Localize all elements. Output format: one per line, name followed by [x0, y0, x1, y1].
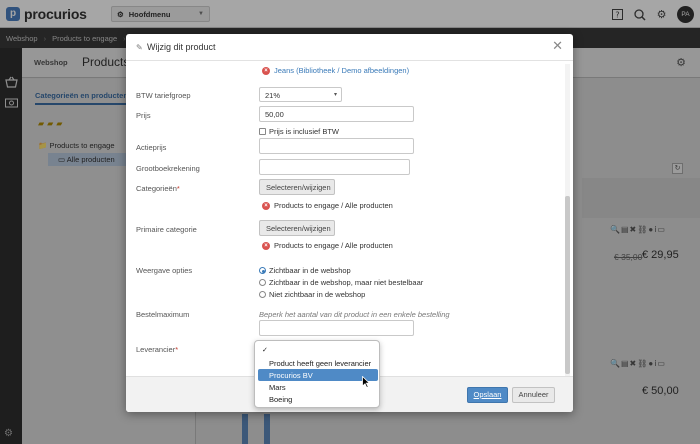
categories-label-text: Categorieën — [136, 184, 177, 193]
display-option-label: Niet zichtbaar in de webshop — [269, 290, 366, 299]
incl-btw-checkbox-row[interactable]: Prijs is inclusief BTW — [259, 127, 339, 136]
order-max-label: Bestelmaximum — [136, 310, 190, 319]
incl-btw-checkbox[interactable] — [259, 128, 266, 135]
incl-btw-label: Prijs is inclusief BTW — [269, 127, 340, 136]
required-marker: * — [175, 345, 179, 354]
sale-price-label: Actieprijs — [136, 143, 167, 152]
modal-body: × Jeans (Bibliotheek / Demo afbeeldingen… — [126, 61, 573, 376]
radio-button[interactable] — [259, 279, 266, 286]
mouse-cursor-icon — [362, 376, 370, 388]
display-option-not-orderable[interactable]: Zichtbaar in de webshop, maar niet beste… — [259, 278, 423, 287]
radio-button[interactable] — [259, 291, 266, 298]
display-option-visible[interactable]: Zichtbaar in de webshop — [259, 266, 351, 275]
image-link[interactable]: Jeans (Bibliotheek / Demo afbeeldingen) — [274, 66, 409, 75]
ledger-input[interactable] — [259, 159, 410, 175]
supplier-label: Leverancier* — [136, 345, 178, 354]
display-options-label: Weergave opties — [136, 266, 193, 275]
remove-icon[interactable]: × — [262, 241, 270, 250]
scrollbar-thumb[interactable] — [565, 196, 570, 374]
btw-value: 21% — [265, 91, 281, 100]
price-input[interactable]: 50,00 — [259, 106, 414, 122]
dropdown-empty-option[interactable]: ✓ — [258, 344, 378, 356]
dropdown-option[interactable]: Boeing — [258, 393, 378, 405]
edit-document-icon: ✎ — [136, 43, 143, 52]
categories-value: Products to engage / Alle producten — [274, 201, 393, 210]
radio-button-selected[interactable] — [259, 267, 266, 274]
display-option-label: Zichtbaar in de webshop, maar niet beste… — [269, 278, 424, 287]
price-label: Prijs — [136, 111, 151, 120]
btw-label: BTW tariefgroep — [136, 91, 191, 100]
supplier-label-text: Leverancier — [136, 345, 176, 354]
primary-category-value: Products to engage / Alle producten — [274, 241, 393, 250]
primary-category-label: Primaire categorie — [136, 225, 197, 234]
cancel-button[interactable]: Annuleer — [512, 387, 555, 403]
remove-icon[interactable]: × — [262, 201, 270, 210]
dropdown-option[interactable]: Product heeft geen leverancier — [258, 357, 378, 369]
close-icon[interactable]: ✕ — [552, 39, 563, 53]
image-link-row[interactable]: × Jeans (Bibliotheek / Demo afbeeldingen… — [262, 66, 409, 75]
primary-category-value-row: × Products to engage / Alle producten — [262, 241, 393, 250]
btw-select[interactable]: 21% ▾ — [259, 87, 342, 102]
categories-select-button[interactable]: Selecteren/wijzigen — [259, 179, 335, 195]
remove-icon[interactable]: × — [262, 66, 270, 75]
checkmark-icon: ✓ — [262, 347, 268, 354]
display-option-label: Zichtbaar in de webshop — [269, 266, 351, 275]
sale-price-input[interactable] — [259, 138, 414, 154]
save-button[interactable]: Opslaan — [467, 387, 508, 403]
supplier-dropdown[interactable]: ✓ Product heeft geen leverancier Procuri… — [254, 340, 380, 408]
categories-value-row: × Products to engage / Alle producten — [262, 201, 393, 210]
modal-title: Wijzig dit product — [147, 42, 216, 52]
order-max-hint: Beperk het aantal van dit product in een… — [259, 310, 450, 319]
modal-header: ✎ Wijzig dit product ✕ — [126, 34, 573, 61]
order-max-input[interactable] — [259, 320, 414, 336]
required-marker: * — [176, 184, 180, 193]
chevron-down-icon: ▾ — [333, 92, 337, 98]
ledger-label: Grootboekrekening — [136, 164, 200, 173]
save-label: Opslaan — [473, 390, 502, 399]
modal-scrollbar[interactable] — [565, 64, 570, 376]
display-option-hidden[interactable]: Niet zichtbaar in de webshop — [259, 290, 365, 299]
dropdown-option[interactable]: Mars — [258, 381, 378, 393]
primary-category-select-button[interactable]: Selecteren/wijzigen — [259, 220, 335, 236]
dropdown-option-highlighted[interactable]: Procurios BV — [258, 369, 378, 381]
categories-label: Categorieën* — [136, 184, 180, 193]
